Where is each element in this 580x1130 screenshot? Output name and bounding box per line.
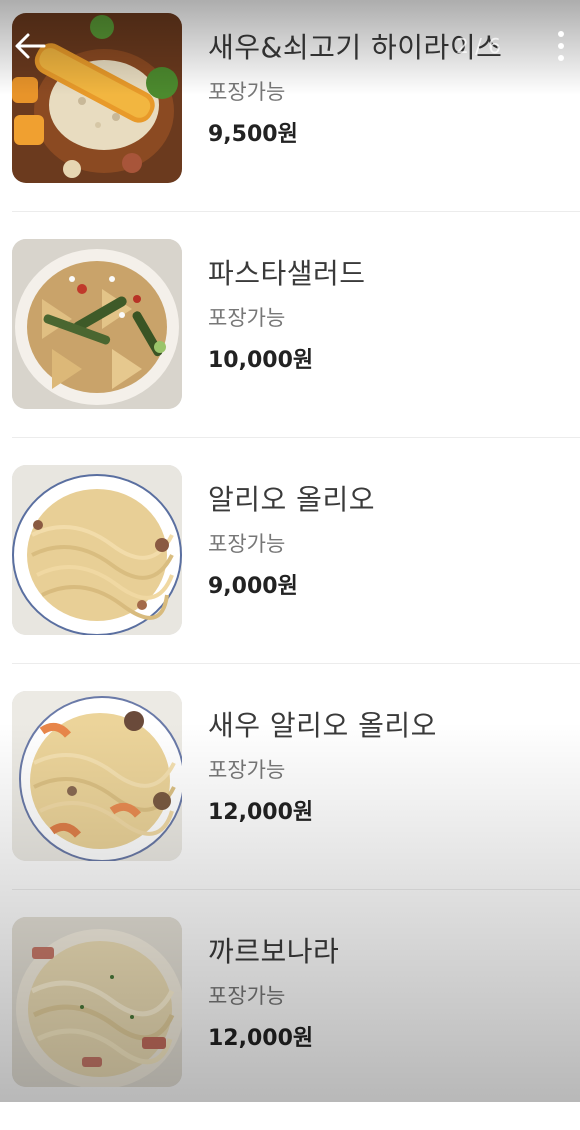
takeout-available-label: 포장가능 — [208, 80, 286, 104]
menu-item-image — [12, 691, 182, 861]
arrow-left-icon — [15, 33, 46, 59]
more-options-button[interactable] — [548, 26, 574, 66]
menu-item[interactable]: 새우 알리오 올리오 포장가능 12,000원 — [12, 678, 580, 904]
menu-item-name: 알리오 올리오 — [208, 483, 375, 516]
page-counter: 2 / 6 — [456, 34, 501, 58]
menu-item-image — [12, 239, 182, 409]
menu-item-price: 12,000원 — [208, 800, 314, 825]
divider — [12, 211, 580, 212]
divider — [12, 437, 580, 438]
menu-item-name: 까르보나라 — [208, 935, 340, 968]
takeout-available-label: 포장가능 — [208, 532, 286, 556]
menu-item-price: 9,500원 — [208, 122, 298, 147]
menu-item-image — [12, 465, 182, 635]
divider — [12, 663, 580, 664]
menu-item-image — [12, 917, 182, 1087]
menu-item[interactable]: 까르보나라 포장가능 12,000원 — [12, 904, 580, 1130]
takeout-available-label: 포장가능 — [208, 984, 286, 1008]
menu-item-price: 10,000원 — [208, 348, 314, 373]
divider — [12, 889, 580, 890]
menu-item-name: 파스타샐러드 — [208, 257, 366, 290]
takeout-available-label: 포장가능 — [208, 758, 286, 782]
menu-item-name: 새우 알리오 올리오 — [208, 709, 437, 742]
menu-item[interactable]: 알리오 올리오 포장가능 9,000원 — [12, 452, 580, 678]
menu-item[interactable]: 파스타샐러드 포장가능 10,000원 — [12, 226, 580, 452]
menu-item-price: 12,000원 — [208, 1026, 314, 1051]
more-vertical-icon — [558, 31, 564, 61]
back-button[interactable] — [10, 26, 50, 66]
takeout-available-label: 포장가능 — [208, 306, 286, 330]
menu-item-price: 9,000원 — [208, 574, 298, 599]
menu-list: 새우&쇠고기 하이라이스 포장가능 9,500원 파스타샐러드 포장가능 10,… — [0, 0, 580, 1102]
